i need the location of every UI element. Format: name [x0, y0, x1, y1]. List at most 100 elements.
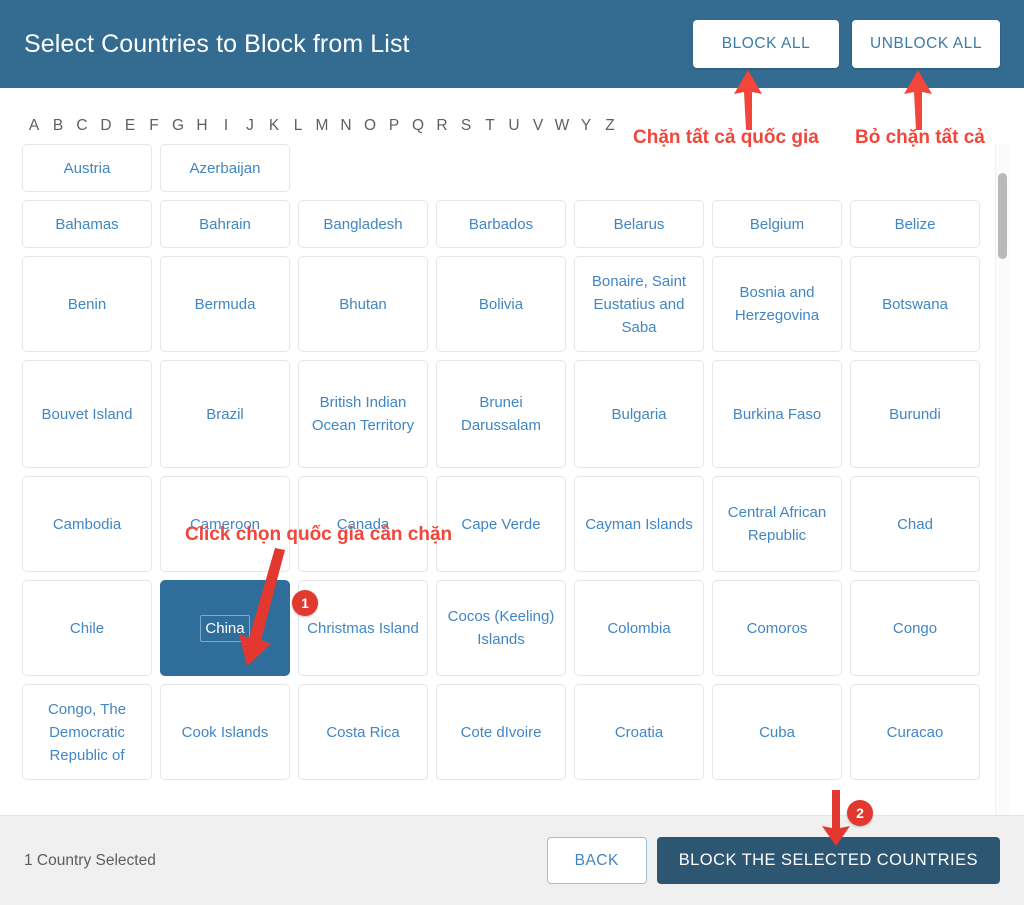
country-cell[interactable]: Bhutan: [298, 256, 428, 352]
country-cell-label: Barbados: [468, 215, 534, 233]
country-cell[interactable]: Belarus: [574, 200, 704, 248]
country-cell[interactable]: Burkina Faso: [712, 360, 842, 468]
alphabet-filter: ABCDEFGHIJKLMNOPQRSTUVWYZ: [22, 117, 622, 135]
alphabet-letter-s[interactable]: S: [454, 117, 478, 135]
alphabet-letter-p[interactable]: P: [382, 117, 406, 135]
block-all-button[interactable]: BLOCK ALL: [692, 20, 839, 68]
country-cell[interactable]: Austria: [22, 144, 152, 192]
alphabet-letter-n[interactable]: N: [334, 117, 358, 135]
alphabet-letter-q[interactable]: Q: [406, 117, 430, 135]
country-cell[interactable]: Barbados: [436, 200, 566, 248]
alphabet-letter-w[interactable]: W: [550, 117, 574, 135]
alphabet-letter-i[interactable]: I: [214, 117, 238, 135]
country-cell[interactable]: Chile: [22, 580, 152, 676]
country-cell-label: Bulgaria: [611, 405, 667, 423]
country-cell[interactable]: Bahamas: [22, 200, 152, 248]
scrollbar-thumb[interactable]: [998, 173, 1007, 259]
alphabet-letter-z[interactable]: Z: [598, 117, 622, 135]
country-cell[interactable]: Cuba: [712, 684, 842, 780]
country-cell[interactable]: Bulgaria: [574, 360, 704, 468]
country-cell[interactable]: Cambodia: [22, 476, 152, 572]
country-cell[interactable]: Brazil: [160, 360, 290, 468]
alphabet-letter-u[interactable]: U: [502, 117, 526, 135]
country-cell[interactable]: Colombia: [574, 580, 704, 676]
alphabet-letter-r[interactable]: R: [430, 117, 454, 135]
block-selected-countries-button[interactable]: BLOCK THE SELECTED COUNTRIES: [656, 837, 1000, 884]
alphabet-letter-l[interactable]: L: [286, 117, 310, 135]
country-cell[interactable]: Cameroon: [160, 476, 290, 572]
country-cell[interactable]: Curacao: [850, 684, 980, 780]
country-grid-row: Benin Bermuda Bhutan Bolivia Bonaire, Saint …: [22, 256, 983, 352]
unblock-all-button[interactable]: UNBLOCK ALL: [851, 20, 1000, 68]
country-cell-label: Bahamas: [55, 215, 119, 233]
country-cell[interactable]: Christmas Island: [298, 580, 428, 676]
country-cell-label: China: [200, 614, 250, 642]
country-grid-row: Chile China Christmas Island Cocos (Keeling…: [22, 580, 983, 676]
country-cell[interactable]: Cayman Islands: [574, 476, 704, 572]
country-cell-label: Bahrain: [199, 215, 251, 233]
country-cell[interactable]: Benin: [22, 256, 152, 352]
country-cell[interactable]: Belgium: [712, 200, 842, 248]
country-cell[interactable]: Burundi: [850, 360, 980, 468]
alphabet-letter-m[interactable]: M: [310, 117, 334, 135]
country-cell-label: Bermuda: [194, 295, 256, 313]
country-cell[interactable]: Cook Islands: [160, 684, 290, 780]
country-grid-scroll-area[interactable]: Austria Azerbaijan Bahamas Bahrain Banglades…: [0, 144, 1005, 815]
country-cell[interactable]: Croatia: [574, 684, 704, 780]
dialog-header: Select Countries to Block from List BLOC…: [0, 0, 1024, 88]
country-cell[interactable]: Costa Rica: [298, 684, 428, 780]
country-grid-row: Austria Azerbaijan: [22, 144, 983, 192]
alphabet-letter-t[interactable]: T: [478, 117, 502, 135]
alphabet-letter-a[interactable]: A: [22, 117, 46, 135]
country-cell[interactable]: Congo, The Democratic Republic of: [22, 684, 152, 780]
country-cell-label: Congo, The Democratic Republic of: [47, 700, 127, 764]
country-cell[interactable]: Chad: [850, 476, 980, 572]
country-cell[interactable]: Cote dIvoire: [436, 684, 566, 780]
country-cell[interactable]: British Indian Ocean Territory: [298, 360, 428, 468]
country-cell-label: Christmas Island: [307, 619, 419, 637]
country-cell[interactable]: Bolivia: [436, 256, 566, 352]
country-cell[interactable]: Bonaire, Saint Eustatius and Saba: [574, 256, 704, 352]
country-cell[interactable]: Comoros: [712, 580, 842, 676]
country-cell[interactable]: Bermuda: [160, 256, 290, 352]
country-cell[interactable]: Congo: [850, 580, 980, 676]
country-cell[interactable]: Bouvet Island: [22, 360, 152, 468]
alphabet-letter-e[interactable]: E: [118, 117, 142, 135]
country-cell[interactable]: Canada: [298, 476, 428, 572]
alphabet-letter-y[interactable]: Y: [574, 117, 598, 135]
dialog-footer: 1 Country Selected BACK BLOCK THE SELECT…: [0, 815, 1024, 905]
country-cell[interactable]: Cocos (Keeling) Islands: [436, 580, 566, 676]
country-cell-label: Colombia: [607, 619, 671, 637]
country-cell-label: Chad: [897, 515, 933, 533]
country-cell-label: Cocos (Keeling) Islands: [447, 608, 555, 648]
alphabet-letter-j[interactable]: J: [238, 117, 262, 135]
country-cell-label: Curacao: [886, 723, 944, 741]
country-cell-label: Belgium: [749, 215, 805, 233]
country-cell[interactable]: Bosnia and Herzegovina: [712, 256, 842, 352]
country-cell-label: Bouvet Island: [41, 405, 133, 423]
alphabet-letter-f[interactable]: F: [142, 117, 166, 135]
country-cell[interactable]: Botswana: [850, 256, 980, 352]
country-cell[interactable]: Azerbaijan: [160, 144, 290, 192]
alphabet-letter-o[interactable]: O: [358, 117, 382, 135]
alphabet-letter-c[interactable]: C: [70, 117, 94, 135]
country-cell[interactable]: Belize: [850, 200, 980, 248]
country-cell[interactable]: Central African Republic: [712, 476, 842, 572]
alphabet-letter-k[interactable]: K: [262, 117, 286, 135]
country-cell[interactable]: Bangladesh: [298, 200, 428, 248]
alphabet-letter-b[interactable]: B: [46, 117, 70, 135]
alphabet-letter-g[interactable]: G: [166, 117, 190, 135]
alphabet-letter-d[interactable]: D: [94, 117, 118, 135]
country-cell[interactable]: Brunei Darussalam: [436, 360, 566, 468]
country-cell[interactable]: Cape Verde: [436, 476, 566, 572]
footer-actions: BACK BLOCK THE SELECTED COUNTRIES: [546, 837, 1000, 884]
selection-count-status: 1 Country Selected: [24, 851, 156, 869]
alphabet-letter-v[interactable]: V: [526, 117, 550, 135]
header-actions: BLOCK ALL UNBLOCK ALL: [692, 20, 1000, 68]
country-cell[interactable]: China: [160, 580, 290, 676]
back-button[interactable]: BACK: [546, 837, 647, 884]
country-grid-row: Cambodia Cameroon Canada Cape Verde Cayman I…: [22, 476, 983, 572]
country-cell-label: Bhutan: [339, 295, 387, 313]
country-cell[interactable]: Bahrain: [160, 200, 290, 248]
alphabet-letter-h[interactable]: H: [190, 117, 214, 135]
